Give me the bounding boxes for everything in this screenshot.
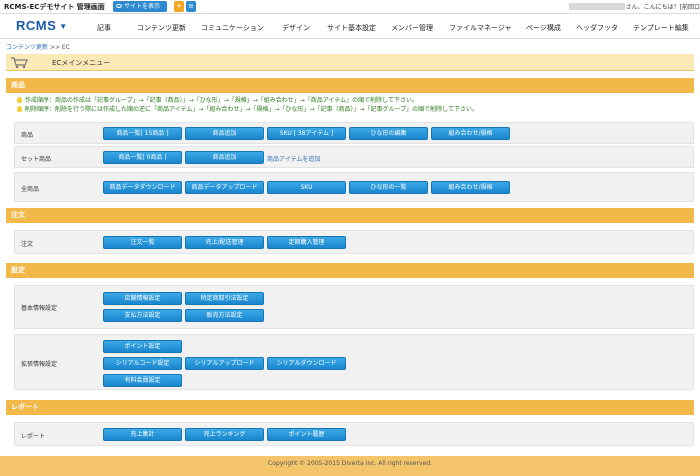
serial-code-button[interactable]: シリアルコード設定	[103, 357, 182, 370]
commerce-law-button[interactable]: 特定商取引法設定	[185, 292, 264, 305]
set-product-list-button[interactable]: 商品一覧[ 0商品 ]	[103, 151, 182, 164]
add-product-button[interactable]: 商品追加	[185, 127, 264, 140]
serial-upload-button[interactable]: シリアルアップロード	[185, 357, 264, 370]
view-site-button[interactable]: サイトを表示	[113, 1, 167, 12]
add-set-product-button[interactable]: 商品追加	[185, 151, 264, 164]
breadcrumb-parent-link[interactable]: コンテンツ更新	[6, 44, 48, 51]
view-site-label: サイトを表示	[124, 3, 161, 10]
nav-item-communication[interactable]: コミュニケーション	[201, 23, 264, 33]
page-title-bar: ECメインメニュー	[6, 54, 694, 71]
chevron-down-icon: ▼	[59, 22, 68, 31]
template-list-button[interactable]: ひな形の一覧	[349, 181, 428, 194]
point-history-button[interactable]: ポイント履歴	[267, 428, 346, 441]
lightbulb-icon	[17, 106, 22, 112]
row-label-report: レポート	[21, 433, 46, 440]
sales-method-button[interactable]: 販売方法設定	[185, 309, 264, 322]
nav-item-file-manager[interactable]: ファイルマネージャ	[449, 23, 512, 33]
row-order: 注文 注文一覧 売上/配送管理 定期購入管理	[14, 230, 694, 254]
add-product-item-link[interactable]: 商品アイテムを追加	[267, 154, 320, 163]
row-label-product: 商品	[21, 132, 34, 139]
product-data-download-button[interactable]: 商品データダウンロード	[103, 181, 182, 194]
row-product: 商品 商品一覧[ 15商品 ] 商品追加 SKU [ 38アイテム ] ひな形の…	[14, 122, 694, 144]
nav-item-design[interactable]: デザイン	[282, 23, 310, 33]
subscription-button[interactable]: 定期購入管理	[267, 236, 346, 249]
breadcrumb: コンテンツ更新 >> EC	[6, 42, 70, 51]
point-settings-button[interactable]: ポイント設定	[103, 340, 182, 353]
section-header-settings: 設定	[6, 263, 694, 278]
product-list-button[interactable]: 商品一覧[ 15商品 ]	[103, 127, 182, 140]
nav-item-header-footer[interactable]: ヘッダフッタ	[576, 23, 618, 33]
sku-button[interactable]: SKU [ 38アイテム ]	[267, 127, 346, 140]
all-sku-button[interactable]: SKU	[267, 181, 346, 194]
row-basic-settings: 基本情報設定 店舗情報設定 特定商取引法設定 支払方法設定 販売方法設定	[14, 285, 694, 329]
breadcrumb-separator: >>	[49, 44, 60, 51]
nav-item-page-structure[interactable]: ページ構成	[526, 23, 561, 33]
admin-top-bar: RCMS-ECデモサイト 管理画面 サイトを表示 + ≡ さん、こんにちは！[前…	[0, 0, 700, 14]
paid-member-button[interactable]: 有料会員設定	[103, 374, 182, 387]
note-create-order: 作成順序：商品の作成は「記事グループ」→「記事（商品）」→「ひな形」→「規格」→…	[17, 96, 478, 105]
site-title: RCMS-ECデモサイト 管理画面	[4, 3, 105, 11]
main-navigation: RCMS ▼ 記事 コンテンツ更新 コミュニケーション デザイン サイト基本設定 …	[0, 14, 700, 39]
nav-item-articles[interactable]: 記事	[97, 23, 111, 33]
product-notes: 作成順序：商品の作成は「記事グループ」→「記事（商品）」→「ひな形」→「規格」→…	[17, 96, 478, 114]
combination-spec-button[interactable]: 組み合わせ/規格	[431, 127, 510, 140]
logo-text: RCMS	[16, 18, 57, 33]
greeting-text: さん、こんにちは！[前回ロ	[625, 4, 700, 11]
row-report: レポート 売上集計 売上ランキング ポイント履歴	[14, 422, 694, 446]
section-header-report: レポート	[6, 400, 694, 415]
order-list-button[interactable]: 注文一覧	[103, 236, 182, 249]
eye-icon	[116, 4, 122, 8]
row-set-product: セット商品 商品一覧[ 0商品 ] 商品追加 商品アイテムを追加	[14, 146, 694, 168]
menu-icon[interactable]: ≡	[186, 1, 196, 12]
serial-download-button[interactable]: シリアルダウンロード	[267, 357, 346, 370]
shopping-cart-icon	[11, 57, 28, 69]
nav-item-members[interactable]: メンバー管理	[391, 23, 433, 33]
row-label-set-product: セット商品	[21, 156, 52, 163]
edit-template-button[interactable]: ひな形の編集	[349, 127, 428, 140]
nav-item-content-update[interactable]: コンテンツ更新	[137, 23, 186, 33]
note-text: 削除順序：削除を行う際には作成した順の逆に「商品アイテム」→「組み合わせ」→「規…	[25, 106, 479, 113]
row-label-order: 注文	[21, 241, 34, 248]
section-header-product: 商品	[6, 78, 694, 93]
note-text: 作成順序：商品の作成は「記事グループ」→「記事（商品）」→「ひな形」→「規格」→…	[25, 97, 418, 104]
product-data-upload-button[interactable]: 商品データアップロード	[185, 181, 264, 194]
user-name-blurred	[568, 3, 625, 10]
nav-item-site-settings[interactable]: サイト基本設定	[327, 23, 376, 33]
sales-shipping-button[interactable]: 売上/配送管理	[185, 236, 264, 249]
row-label-basic-settings: 基本情報設定	[21, 305, 58, 312]
user-greeting: さん、こんにちは！[前回ロ	[568, 2, 700, 11]
rcms-logo[interactable]: RCMS ▼	[16, 18, 68, 33]
shortcut-button[interactable]: +	[174, 1, 184, 12]
row-all-products: 全商品 商品データダウンロード 商品データアップロード SKU ひな形の一覧 組…	[14, 172, 694, 202]
payment-method-button[interactable]: 支払方法設定	[103, 309, 182, 322]
footer: Copyright © 2005-2015 Diverta inc. All r…	[0, 456, 700, 476]
nav-item-template-edit[interactable]: テンプレート編集	[633, 23, 689, 33]
note-delete-order: 削除順序：削除を行う際には作成した順の逆に「商品アイテム」→「組み合わせ」→「規…	[17, 105, 478, 114]
lightbulb-icon	[17, 97, 22, 103]
sales-ranking-button[interactable]: 売上ランキング	[185, 428, 264, 441]
sales-summary-button[interactable]: 売上集計	[103, 428, 182, 441]
section-header-order: 注文	[6, 208, 694, 223]
page-title: ECメインメニュー	[52, 59, 111, 67]
copyright-text: Copyright © 2005-2015 Diverta inc. All r…	[268, 460, 432, 467]
row-label-all-products: 全商品	[21, 186, 40, 193]
row-label-extended-settings: 拡張情報設定	[21, 361, 58, 368]
store-info-button[interactable]: 店舗情報設定	[103, 292, 182, 305]
row-extended-settings: 拡張情報設定 ポイント設定 シリアルコード設定 シリアルアップロード シリアルダ…	[14, 334, 694, 390]
all-combination-spec-button[interactable]: 組み合わせ/規格	[431, 181, 510, 194]
breadcrumb-current: EC	[61, 44, 70, 51]
